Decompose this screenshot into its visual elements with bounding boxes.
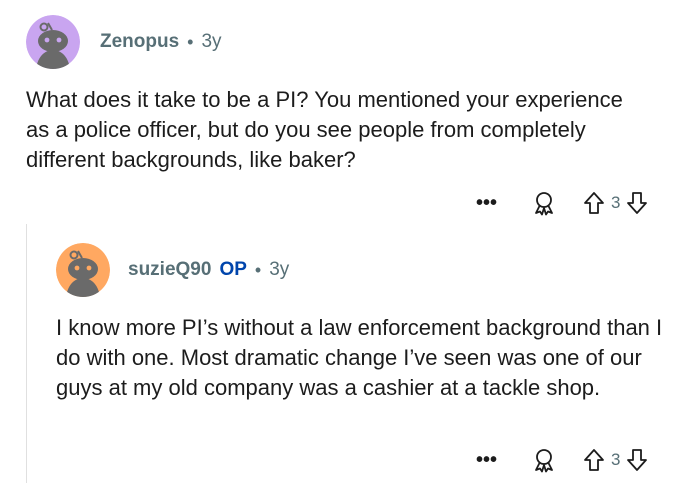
- timestamp[interactable]: 3y: [269, 259, 289, 281]
- more-options-button[interactable]: •••: [476, 450, 497, 470]
- comment-actions: ••• 3: [476, 445, 648, 475]
- vote-count: 3: [611, 450, 621, 469]
- upvote-button[interactable]: [583, 448, 605, 472]
- comment-meta: suzieQ90 OP • 3y: [128, 259, 289, 281]
- award-icon: [535, 449, 553, 473]
- award-icon: [535, 192, 553, 216]
- username[interactable]: suzieQ90: [128, 259, 211, 281]
- downvote-arrow-icon: [627, 449, 648, 471]
- more-options-button[interactable]: •••: [476, 193, 497, 213]
- upvote-button[interactable]: [583, 191, 605, 215]
- downvote-arrow-icon: [627, 192, 648, 214]
- separator-dot: •: [254, 259, 262, 280]
- comment-body: What does it take to be a PI? You mentio…: [26, 87, 623, 172]
- thread-line: [26, 224, 27, 483]
- snoo-avatar-icon: [56, 243, 110, 297]
- downvote-button[interactable]: [626, 448, 648, 472]
- timestamp[interactable]: 3y: [201, 31, 221, 53]
- comment-body: I know more PI’s without a law enforceme…: [56, 315, 663, 400]
- avatar[interactable]: [56, 243, 110, 297]
- award-button[interactable]: [531, 447, 557, 473]
- award-button[interactable]: [531, 190, 557, 216]
- op-badge: OP: [219, 259, 247, 280]
- comment-actions: ••• 3: [476, 188, 648, 218]
- separator-dot: •: [187, 31, 194, 52]
- comment-meta: Zenopus • 3y: [100, 31, 222, 53]
- avatar[interactable]: [26, 15, 80, 69]
- upvote-arrow-icon: [584, 449, 604, 471]
- username[interactable]: Zenopus: [100, 31, 179, 53]
- vote-count: 3: [611, 193, 621, 212]
- snoo-avatar-icon: [26, 15, 80, 69]
- downvote-button[interactable]: [626, 191, 648, 215]
- upvote-arrow-icon: [584, 192, 604, 214]
